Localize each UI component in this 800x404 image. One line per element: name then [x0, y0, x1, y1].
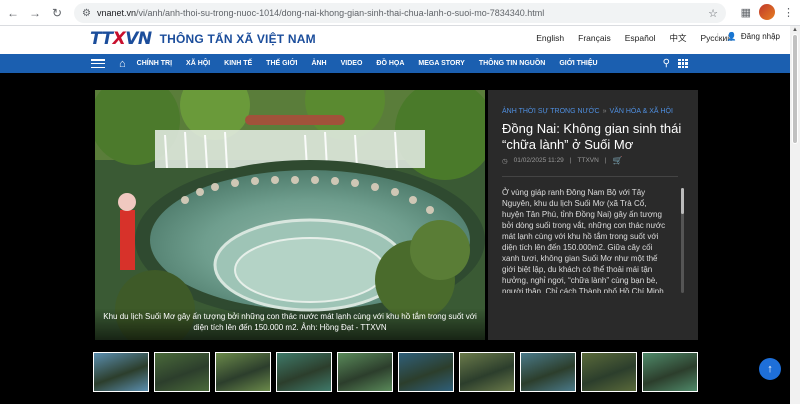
page-scrollbar[interactable]: ▲	[790, 26, 800, 404]
lang-french[interactable]: Français	[578, 33, 611, 43]
breadcrumb-category-2[interactable]: VĂN HÓA & XÃ HỘI	[610, 108, 673, 115]
divider	[502, 176, 678, 177]
nav-item-kinh-te[interactable]: KINH TẾ	[217, 60, 259, 67]
article-source: TTXVN	[577, 157, 599, 164]
meta-separator: |	[604, 157, 607, 164]
reload-icon[interactable]: ↻	[48, 4, 66, 22]
site-info-icon[interactable]: ⚙	[82, 8, 91, 19]
clock-icon: ◷	[502, 157, 508, 165]
back-to-top-button[interactable]: ↑	[759, 358, 781, 380]
nav-item-anh[interactable]: ẢNH	[304, 60, 333, 67]
forward-icon[interactable]: →	[26, 4, 44, 22]
site-name: THÔNG TẤN XÃ VIỆT NAM	[159, 32, 316, 46]
user-icon: 👤	[726, 32, 737, 41]
nav-item-thong-tin-nguon[interactable]: THÔNG TIN NGUỒN	[472, 60, 553, 67]
apps-grid-icon[interactable]	[678, 59, 688, 68]
thumbnail-image[interactable]	[337, 352, 393, 392]
thumbnail-image[interactable]	[520, 352, 576, 392]
nav-item-chinh-tri[interactable]: CHÍNH TRỊ	[130, 60, 179, 67]
bookmark-star-icon[interactable]: ☆	[708, 7, 718, 20]
summary-scrollbar[interactable]	[681, 188, 684, 293]
browser-toolbar: ← → ↻ ⚙ vnanet.vn/vi/anh/anh-thoi-su-tro…	[0, 0, 800, 26]
thumbnail-image[interactable]	[398, 352, 454, 392]
home-icon[interactable]: ⌂	[119, 58, 126, 70]
nav-item-mega-story[interactable]: MEGA STORY	[411, 60, 471, 67]
divider: |	[716, 32, 719, 41]
main-nav: ⌂ CHÍNH TRỊ XÃ HỘI KINH TẾ THẾ GIỚI ẢNH …	[0, 54, 790, 73]
article-meta: ◷ 01/02/2025 11:29 | TTXVN | 🛒	[502, 156, 622, 165]
logo-mark: TTXVN	[90, 29, 152, 49]
lang-chinese[interactable]: 中文	[669, 32, 686, 44]
address-bar[interactable]: ⚙ vnanet.vn/vi/anh/anh-thoi-su-trong-nuo…	[74, 3, 726, 23]
menu-dots-icon[interactable]: ⋮	[783, 6, 794, 19]
thumbnail-image[interactable]	[581, 352, 637, 392]
article-title: Đồng Nai: Không gian sinh thái “chữa làn…	[502, 121, 682, 153]
meta-separator: |	[569, 157, 572, 164]
lang-english[interactable]: English	[536, 33, 564, 43]
article-panel: ẢNH THỜI SỰ TRONG NƯỚC» VĂN HÓA & XÃ HỘI …	[488, 90, 698, 340]
site-logo[interactable]: TTXVN THÔNG TẤN XÃ VIỆT NAM	[90, 29, 316, 49]
url-host: vnanet.vn	[96, 8, 136, 18]
nav-item-video[interactable]: VIDEO	[334, 60, 370, 67]
thumbnail-image[interactable]	[93, 352, 149, 392]
hamburger-menu-icon[interactable]	[91, 59, 105, 68]
lang-spanish[interactable]: Español	[625, 33, 656, 43]
waterfall-pool-image	[95, 90, 485, 340]
profile-avatar[interactable]	[759, 4, 775, 20]
main-photo[interactable]: Khu du lịch Suối Mơ gây ấn tượng bởi nhữ…	[95, 90, 485, 340]
thumbnail-image[interactable]	[459, 352, 515, 392]
url-path: /vi/anh/anh-thoi-su-trong-nuoc-1014/dong…	[136, 8, 545, 18]
site-header: TTXVN THÔNG TẤN XÃ VIỆT NAM English Fran…	[0, 26, 790, 54]
thumbnail-image[interactable]	[642, 352, 698, 392]
scrollbar-thumb[interactable]	[792, 34, 798, 144]
breadcrumb-separator-icon: »	[602, 108, 607, 115]
back-icon[interactable]: ←	[4, 4, 22, 22]
thumbnail-image[interactable]	[154, 352, 210, 392]
thumbnail-image[interactable]	[276, 352, 332, 392]
breadcrumb: ẢNH THỜI SỰ TRONG NƯỚC» VĂN HÓA & XÃ HỘI	[502, 108, 673, 115]
login-link[interactable]: | 👤 Đăng nhập	[717, 32, 780, 41]
login-label: Đăng nhập	[740, 32, 780, 41]
nav-item-gioi-thieu[interactable]: GIỚI THIỆU	[552, 60, 604, 67]
nav-item-xa-hoi[interactable]: XÃ HỘI	[179, 60, 217, 67]
article-date: 01/02/2025 11:29	[513, 157, 564, 164]
thumbnail-image[interactable]	[215, 352, 271, 392]
nav-item-the-gioi[interactable]: THẾ GIỚI	[259, 60, 304, 67]
scroll-up-icon[interactable]: ▲	[792, 27, 798, 33]
thumbnail-strip	[93, 352, 703, 392]
extensions-icon[interactable]: ▦	[741, 6, 751, 19]
language-switcher: English Français Español 中文 Русский	[536, 32, 732, 44]
nav-item-do-hoa[interactable]: ĐỒ HỌA	[369, 60, 411, 67]
search-icon[interactable]: ⚲	[663, 58, 670, 69]
article-summary: Ở vùng giáp ranh Đông Nam Bộ với Tây Ngu…	[502, 188, 666, 293]
photo-caption: Khu du lịch Suối Mơ gây ấn tượng bởi nhữ…	[95, 308, 485, 340]
breadcrumb-category-1[interactable]: ẢNH THỜI SỰ TRONG NƯỚC	[502, 108, 600, 115]
cart-icon[interactable]: 🛒	[613, 156, 623, 165]
